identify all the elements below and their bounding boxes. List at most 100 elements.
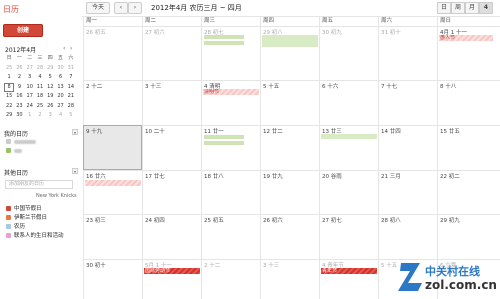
mini-day[interactable]: 21 [66, 92, 76, 102]
day-cell[interactable]: 26 初五 [83, 26, 142, 80]
view-month[interactable]: 月 [465, 2, 479, 14]
blurred-event[interactable] [204, 135, 244, 139]
day-cell[interactable]: 14 廿四 [378, 125, 437, 170]
mini-prev-icon[interactable]: ‹ [63, 45, 65, 52]
mini-day[interactable]: 17 [25, 92, 35, 102]
day-cell[interactable]: 31 初十 [378, 26, 437, 80]
day-cell[interactable]: 27 初七 [319, 214, 378, 259]
day-cell[interactable]: 28 初七 [201, 26, 260, 80]
day-cell[interactable]: 19 廿九 [260, 170, 319, 214]
mini-day[interactable]: 27 [25, 64, 35, 74]
mini-day[interactable]: 28 [66, 102, 76, 112]
day-cell[interactable]: 3 十三 [260, 259, 319, 299]
day-cell[interactable]: 15 廿五 [437, 125, 500, 170]
day-cell[interactable]: 10 二十 [142, 125, 201, 170]
mini-day[interactable]: 19 [45, 92, 55, 102]
my-calendars-title[interactable]: 我的日历 [4, 129, 28, 138]
my-calendar-item[interactable] [6, 139, 36, 144]
mini-day[interactable]: 23 [14, 102, 24, 112]
mini-day[interactable]: 18 [35, 92, 45, 102]
mini-day[interactable]: 28 [35, 64, 45, 74]
other-calendar-item[interactable]: 中国节假日 [6, 204, 42, 212]
mini-day[interactable]: 5 [45, 73, 55, 83]
day-cell[interactable]: 27 初六 [142, 26, 201, 80]
mini-day[interactable]: 29 [4, 111, 14, 121]
other-calendars-menu-icon[interactable] [72, 168, 78, 174]
day-cell[interactable]: 29 初八 [260, 26, 319, 80]
day-cell[interactable]: 5月 1 十一 国际劳动节 [142, 259, 201, 299]
day-cell[interactable]: 2 十二 [201, 259, 260, 299]
day-cell[interactable]: 17 廿七 [142, 170, 201, 214]
nyk-calendar[interactable]: New York Knicks [36, 193, 77, 199]
day-cell[interactable]: 13 廿三 [319, 125, 378, 170]
blurred-event[interactable] [204, 41, 244, 45]
mini-day[interactable]: 14 [66, 83, 76, 93]
day-cell[interactable]: 30 初十 [83, 259, 142, 299]
mini-day[interactable]: 11 [35, 83, 45, 93]
day-cell[interactable]: 23 初三 [83, 214, 142, 259]
mini-day[interactable]: 26 [45, 102, 55, 112]
my-calendars-menu-icon[interactable] [72, 129, 78, 135]
mini-day[interactable]: 7 [66, 73, 76, 83]
day-cell[interactable]: 9 十九 [83, 125, 142, 170]
day-cell[interactable]: 6 十六 [319, 80, 378, 125]
day-cell[interactable]: 30 初九 [319, 26, 378, 80]
day-cell[interactable]: 11 廿一 [201, 125, 260, 170]
add-friend-calendar-input[interactable]: 添加朋友的日历 [5, 180, 73, 189]
day-cell[interactable]: 18 廿八 [201, 170, 260, 214]
day-cell[interactable]: 29 初九 [437, 214, 500, 259]
create-button[interactable]: 创建 [3, 24, 43, 37]
my-calendar-item[interactable] [6, 148, 22, 153]
view-4days[interactable]: 4 [479, 2, 493, 14]
mini-day[interactable]: 4 [55, 111, 65, 121]
mini-day[interactable]: 1 [4, 73, 14, 83]
mini-day[interactable]: 29 [45, 64, 55, 74]
view-day[interactable]: 日 [437, 2, 451, 14]
day-cell[interactable]: 22 初二 [437, 170, 500, 214]
next-button[interactable]: › [128, 2, 142, 14]
mini-day[interactable]: 27 [55, 102, 65, 112]
day-cell[interactable]: 16 廿六 [83, 170, 142, 214]
mini-day[interactable]: 24 [25, 102, 35, 112]
mini-day[interactable]: 20 [55, 92, 65, 102]
mini-day[interactable]: 2 [35, 111, 45, 121]
day-cell[interactable]: 21 三月 [378, 170, 437, 214]
day-cell[interactable]: 12 廿二 [260, 125, 319, 170]
view-week[interactable]: 周 [451, 2, 465, 14]
day-cell[interactable]: 5 十五 [260, 80, 319, 125]
day-cell[interactable]: 3 十三 [142, 80, 201, 125]
blurred-event[interactable] [204, 141, 244, 145]
day-cell[interactable]: 26 初六 [260, 214, 319, 259]
day-cell[interactable]: 4 清明 清明节 [201, 80, 260, 125]
day-cell[interactable]: 2 十二 [83, 80, 142, 125]
day-cell[interactable]: 4月 1 十一 愚人节 [437, 26, 500, 80]
mini-day[interactable]: 12 [45, 83, 55, 93]
event-chip[interactable]: 青年节 [321, 268, 377, 274]
mini-day[interactable]: 9 [14, 83, 24, 93]
mini-day[interactable]: 1 [25, 111, 35, 121]
mini-day[interactable]: 10 [25, 83, 35, 93]
blurred-event[interactable] [204, 35, 244, 39]
mini-day[interactable]: 16 [14, 92, 24, 102]
day-cell[interactable]: 7 十七 [378, 80, 437, 125]
event-chip-blurred[interactable] [85, 180, 141, 186]
day-cell[interactable]: 8 十八 [437, 80, 500, 125]
mini-day[interactable]: 3 [25, 73, 35, 83]
mini-day[interactable]: 8 [4, 82, 15, 92]
mini-day[interactable]: 30 [14, 111, 24, 121]
day-cell[interactable]: 4 青年节 青年节 [319, 259, 378, 299]
event-chip[interactable]: 国际劳动节 [144, 268, 200, 274]
mini-next-icon[interactable]: › [70, 45, 72, 52]
today-button[interactable]: 今天 [86, 2, 110, 14]
day-cell[interactable]: 20 谷雨 [319, 170, 378, 214]
mini-day[interactable]: 22 [4, 102, 14, 112]
mini-day[interactable]: 30 [55, 64, 65, 74]
other-calendar-item[interactable]: 伊斯兰节假日 [6, 213, 47, 221]
mini-day[interactable]: 13 [55, 83, 65, 93]
other-calendars-title[interactable]: 其他日历 [4, 168, 28, 177]
mini-day[interactable]: 15 [4, 92, 14, 102]
blurred-event[interactable] [321, 134, 377, 139]
event-chip[interactable]: 清明节 [203, 89, 259, 95]
mini-day[interactable]: 25 [35, 102, 45, 112]
mini-day[interactable]: 5 [66, 111, 76, 121]
